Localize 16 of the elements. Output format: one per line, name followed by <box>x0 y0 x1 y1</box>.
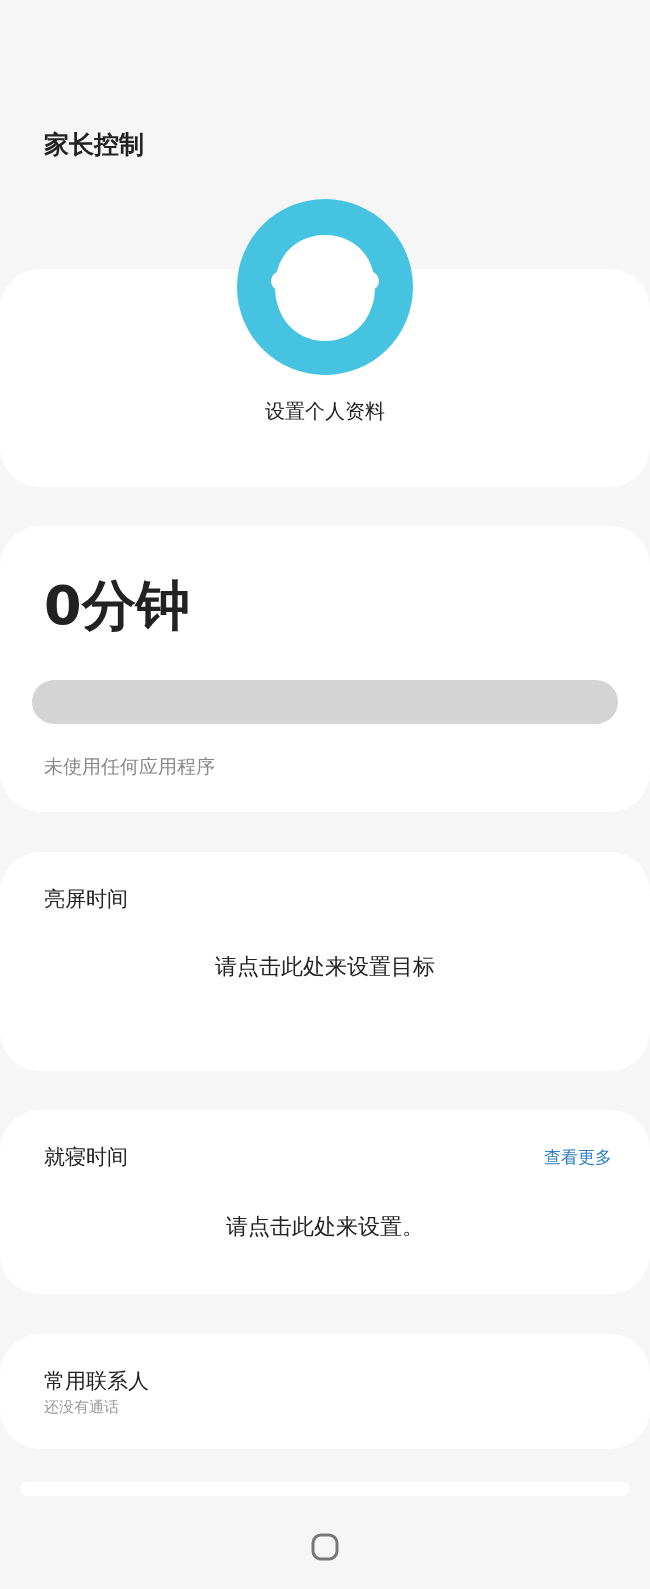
contacts-title: 常用联系人 <box>44 1368 150 1395</box>
bedtime-action: 请点击此处来设置。 <box>226 1213 424 1241</box>
bedtime-title: 就寝时间 <box>44 1144 128 1171</box>
page-title: 家长控制 <box>44 129 145 161</box>
usage-total: 0分钟 <box>44 574 191 638</box>
home-icon[interactable] <box>311 1533 339 1561</box>
usage-card[interactable]: 0分钟 未使用任何应用程序 <box>0 526 650 812</box>
contacts-card[interactable]: 常用联系人 还没有通话 <box>0 1334 650 1449</box>
profile-label: 设置个人资料 <box>265 398 385 425</box>
usage-caption: 未使用任何应用程序 <box>44 754 216 779</box>
see-more-link[interactable]: 查看更多 <box>544 1145 612 1169</box>
contacts-subtitle: 还没有通话 <box>44 1398 120 1417</box>
screen-time-action: 请点击此处来设置目标 <box>215 953 435 981</box>
screen-time-title: 亮屏时间 <box>44 886 129 913</box>
bedtime-card[interactable]: 就寝时间 查看更多 请点击此处来设置。 <box>0 1110 650 1294</box>
screen-time-card[interactable]: 亮屏时间 请点击此处来设置目标 <box>0 852 650 1071</box>
